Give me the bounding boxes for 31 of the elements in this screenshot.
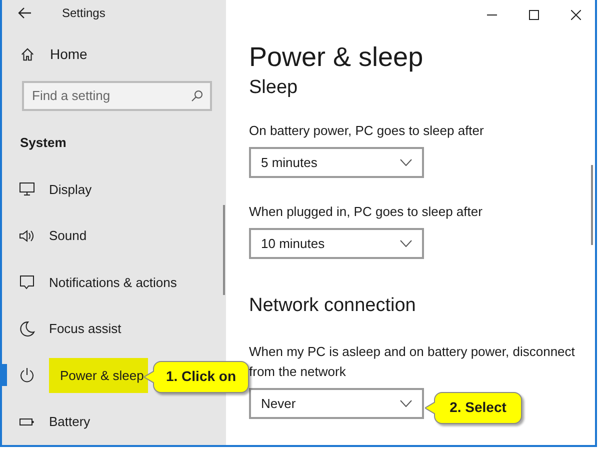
section-heading: System: [20, 134, 68, 152]
chevron-icon: [400, 240, 412, 247]
back-arrow-icon[interactable]: [18, 7, 32, 20]
maximize-icon[interactable]: [529, 10, 539, 20]
section-heading: Network connection: [249, 294, 417, 318]
window-title: Settings: [62, 5, 106, 22]
setting-label: On battery power, PC goes to sleep after: [249, 122, 485, 140]
home-item[interactable]: Home: [2, 42, 226, 66]
search-field[interactable]: Find a setting: [22, 80, 212, 110]
section-heading: Sleep: [249, 76, 299, 100]
sidebar-item[interactable]: Notifications & actions: [49, 272, 177, 292]
sidebar-item[interactable]: Power & sleep: [49, 358, 148, 393]
setting-label: When plugged in, PC goes to sleep after: [249, 203, 484, 221]
search-icon[interactable]: [191, 90, 203, 102]
dropdown[interactable]: 10 minutes: [249, 228, 424, 259]
chevron-icon: [400, 400, 412, 407]
monitor-icon: [19, 181, 35, 198]
sidebar-item[interactable]: Battery: [49, 412, 90, 432]
home-icon: [20, 46, 35, 62]
sidebar-item[interactable]: Display: [49, 180, 92, 199]
sidebar-item[interactable]: Sound: [49, 226, 87, 246]
sidebar-item[interactable]: Focus assist: [49, 319, 122, 338]
dropdown[interactable]: Never: [249, 388, 424, 419]
page-title: Power & sleep: [249, 41, 424, 74]
close-icon[interactable]: [571, 10, 581, 20]
speech-bubble-icon: [19, 274, 35, 290]
speaker-icon: [19, 228, 35, 244]
dropdown[interactable]: 5 minutes: [249, 147, 424, 178]
chevron-icon: [400, 159, 412, 166]
moon-icon: [19, 320, 35, 337]
power-icon: [19, 367, 35, 384]
